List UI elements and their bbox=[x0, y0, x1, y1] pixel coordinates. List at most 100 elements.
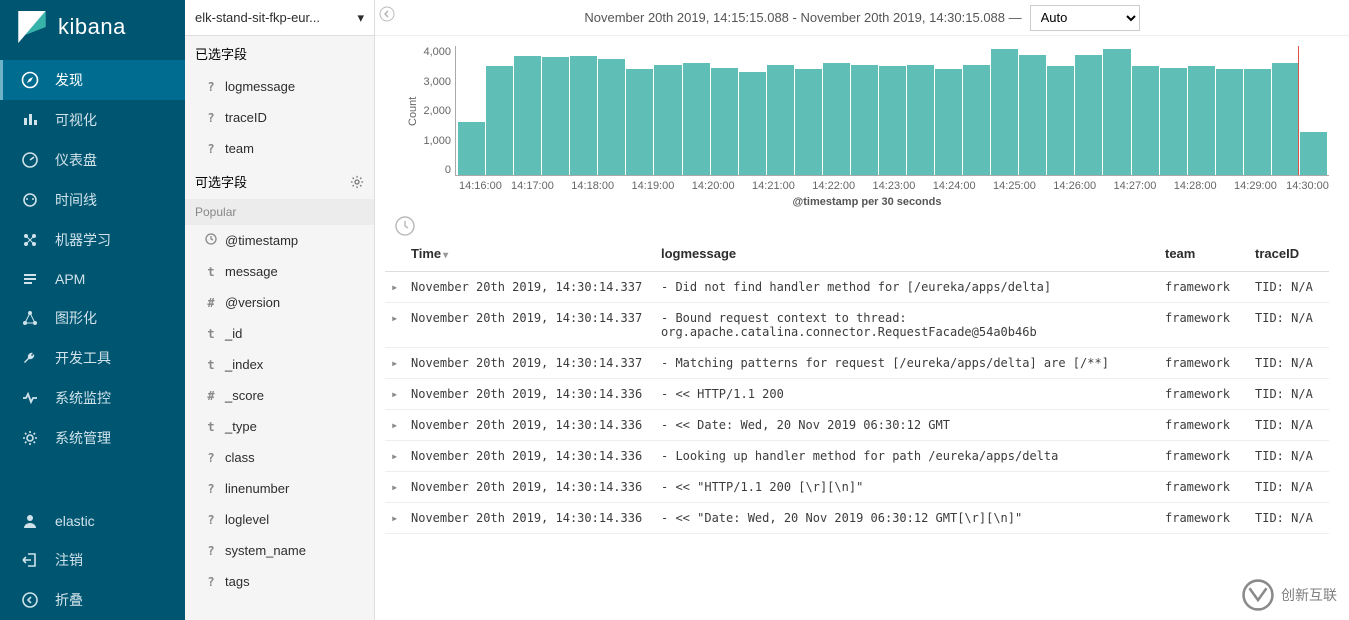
nav-item-bar-chart[interactable]: 可视化 bbox=[0, 100, 185, 140]
field-linenumber[interactable]: ?linenumber bbox=[185, 473, 374, 504]
histogram-bar[interactable] bbox=[767, 65, 794, 175]
nav-item-ml[interactable]: 机器学习 bbox=[0, 220, 185, 260]
histogram-bar[interactable] bbox=[1019, 55, 1046, 175]
chart-reset-icon[interactable] bbox=[395, 216, 415, 236]
histogram-bar[interactable] bbox=[458, 122, 485, 175]
histogram-bar[interactable] bbox=[1103, 49, 1130, 175]
gear-icon bbox=[21, 429, 39, 447]
histogram-bar[interactable] bbox=[570, 56, 597, 175]
nav-item-user[interactable]: elastic bbox=[0, 502, 185, 540]
histogram-bar[interactable] bbox=[907, 65, 934, 175]
nav-item-gauge[interactable]: 仪表盘 bbox=[0, 140, 185, 180]
field-_id[interactable]: t_id bbox=[185, 318, 374, 349]
field-type-icon: ? bbox=[205, 142, 217, 156]
field-team[interactable]: ? team bbox=[185, 133, 374, 164]
nav-item-logout[interactable]: 注销 bbox=[0, 540, 185, 580]
nav-item-collapse[interactable]: 折叠 bbox=[0, 580, 185, 620]
expand-row-icon[interactable]: ▸ bbox=[385, 503, 405, 534]
table-row: ▸November 20th 2019, 14:30:14.337- Match… bbox=[385, 348, 1329, 379]
chart-plot[interactable] bbox=[455, 46, 1329, 176]
collapse-icon bbox=[21, 591, 39, 609]
field-_index[interactable]: t_index bbox=[185, 349, 374, 380]
field-type-icon: ? bbox=[205, 513, 217, 527]
expand-row-icon[interactable]: ▸ bbox=[385, 379, 405, 410]
col-traceid[interactable]: traceID bbox=[1249, 236, 1329, 272]
cell-traceid: TID: N/A bbox=[1249, 503, 1329, 534]
histogram-bar[interactable] bbox=[1272, 63, 1299, 175]
results-table: Time▾ logmessage team traceID ▸November … bbox=[385, 236, 1329, 534]
col-logmessage[interactable]: logmessage bbox=[655, 236, 1159, 272]
field-@version[interactable]: #@version bbox=[185, 287, 374, 318]
user-icon bbox=[21, 512, 39, 530]
field-system_name[interactable]: ?system_name bbox=[185, 535, 374, 566]
field-name-label: tags bbox=[225, 574, 250, 589]
histogram-bar[interactable] bbox=[1216, 69, 1243, 175]
field-tags[interactable]: ? tags bbox=[185, 566, 374, 597]
histogram-bar[interactable] bbox=[823, 63, 850, 175]
cell-team: framework bbox=[1159, 272, 1249, 303]
histogram-bar[interactable] bbox=[795, 69, 822, 175]
field-name-label: @version bbox=[225, 295, 280, 310]
expand-row-icon[interactable]: ▸ bbox=[385, 303, 405, 348]
histogram-bar[interactable] bbox=[1188, 66, 1215, 175]
kibana-logo[interactable]: kibana bbox=[0, 0, 185, 60]
histogram-bar[interactable] bbox=[683, 63, 710, 175]
histogram-bar[interactable] bbox=[1075, 55, 1102, 175]
gear-icon[interactable] bbox=[350, 175, 364, 189]
histogram-bar[interactable] bbox=[654, 65, 681, 175]
histogram-bar[interactable] bbox=[851, 65, 878, 175]
histogram-chart[interactable]: Count 4,0003,0002,0001,0000 14:16:0014:1… bbox=[375, 36, 1349, 212]
field-name-label: system_name bbox=[225, 543, 306, 558]
expand-row-icon[interactable]: ▸ bbox=[385, 472, 405, 503]
nav-item-clock-face[interactable]: 时间线 bbox=[0, 180, 185, 220]
col-team[interactable]: team bbox=[1159, 236, 1249, 272]
field-loglevel[interactable]: ?loglevel bbox=[185, 504, 374, 535]
nav-item-compass[interactable]: 发现 bbox=[0, 60, 185, 100]
col-time[interactable]: Time▾ bbox=[405, 236, 655, 272]
histogram-bar[interactable] bbox=[626, 69, 653, 175]
field-logmessage[interactable]: ?logmessage bbox=[185, 71, 374, 102]
field-type-icon: ? bbox=[205, 482, 217, 496]
field-type-icon: t bbox=[205, 358, 217, 372]
histogram-bar[interactable] bbox=[991, 49, 1018, 175]
expand-row-icon[interactable]: ▸ bbox=[385, 410, 405, 441]
field-_type[interactable]: t_type bbox=[185, 411, 374, 442]
table-row: ▸November 20th 2019, 14:30:14.336- << HT… bbox=[385, 379, 1329, 410]
wrench-icon bbox=[21, 349, 39, 367]
histogram-bar[interactable] bbox=[739, 72, 766, 175]
index-pattern-select[interactable]: elk-stand-sit-fkp-eur... ▾ bbox=[185, 0, 374, 36]
interval-select[interactable]: Auto bbox=[1030, 5, 1140, 31]
histogram-bar[interactable] bbox=[1244, 69, 1271, 175]
nav-item-graph[interactable]: 图形化 bbox=[0, 298, 185, 338]
field-name-label: class bbox=[225, 450, 255, 465]
field-traceID[interactable]: ?traceID bbox=[185, 102, 374, 133]
histogram-bar[interactable] bbox=[935, 69, 962, 175]
nav-item-heartbeat[interactable]: 系统监控 bbox=[0, 378, 185, 418]
histogram-bar[interactable] bbox=[879, 66, 906, 175]
chart-xaxis: 14:16:0014:17:0014:18:0014:19:0014:20:00… bbox=[405, 180, 1329, 192]
field-type-icon: ? bbox=[205, 575, 217, 589]
histogram-bar[interactable] bbox=[598, 59, 625, 175]
nav-item-gear[interactable]: 系统管理 bbox=[0, 418, 185, 458]
histogram-bar[interactable] bbox=[1300, 132, 1327, 175]
expand-row-icon[interactable]: ▸ bbox=[385, 348, 405, 379]
nav-item-apm[interactable]: APM bbox=[0, 260, 185, 298]
histogram-bar[interactable] bbox=[514, 56, 541, 175]
histogram-bar[interactable] bbox=[542, 57, 569, 175]
field-@timestamp[interactable]: @timestamp bbox=[185, 225, 374, 256]
field-_score[interactable]: #_score bbox=[185, 380, 374, 411]
cell-team: framework bbox=[1159, 472, 1249, 503]
field-class[interactable]: ?class bbox=[185, 442, 374, 473]
histogram-bar[interactable] bbox=[963, 65, 990, 175]
histogram-bar[interactable] bbox=[711, 68, 738, 176]
expand-row-icon[interactable]: ▸ bbox=[385, 441, 405, 472]
field-message[interactable]: tmessage bbox=[185, 256, 374, 287]
expand-row-icon[interactable]: ▸ bbox=[385, 272, 405, 303]
histogram-bar[interactable] bbox=[486, 66, 513, 175]
histogram-bar[interactable] bbox=[1160, 68, 1187, 176]
nav-item-wrench[interactable]: 开发工具 bbox=[0, 338, 185, 378]
table-row: ▸November 20th 2019, 14:30:14.336 - << "… bbox=[385, 503, 1329, 534]
histogram-bar[interactable] bbox=[1047, 66, 1074, 175]
histogram-bar[interactable] bbox=[1132, 66, 1159, 175]
field-name-label: team bbox=[225, 141, 254, 156]
